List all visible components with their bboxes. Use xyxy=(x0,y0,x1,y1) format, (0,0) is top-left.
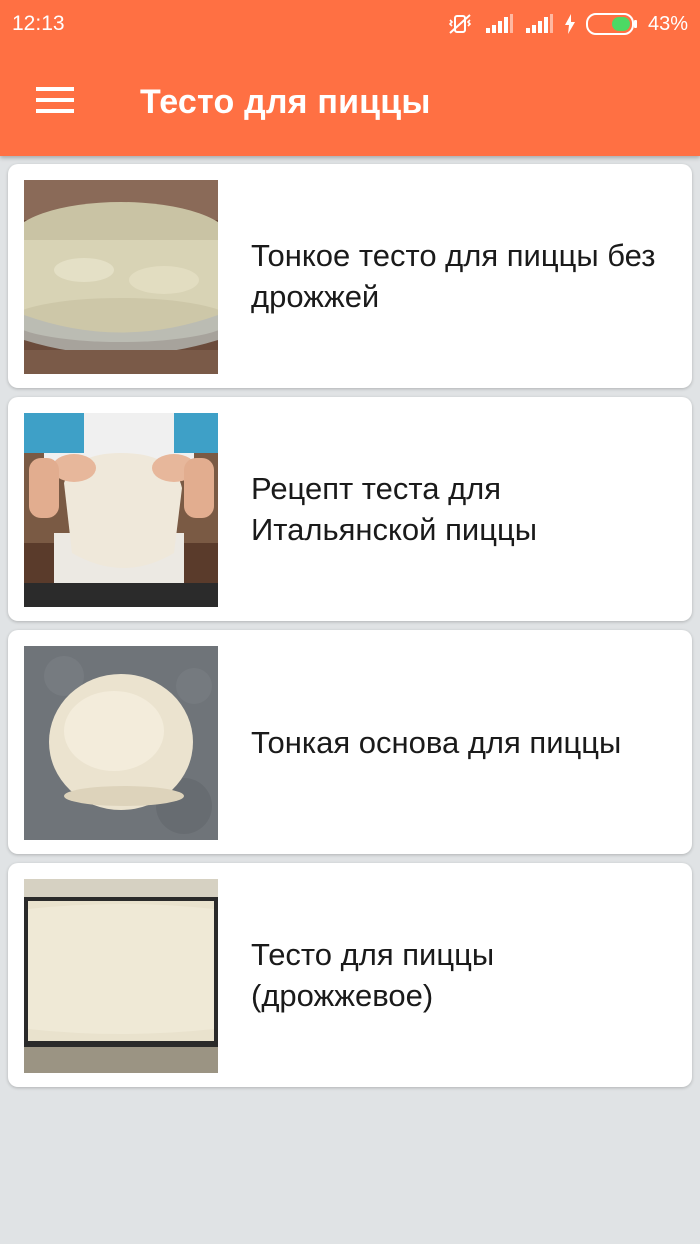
recipe-card[interactable]: Тонкое тесто для пиццы без дрожжей xyxy=(8,164,692,388)
recipe-thumbnail xyxy=(24,180,218,374)
recipe-card[interactable]: Рецепт теста для Итальянской пиццы xyxy=(8,397,692,621)
status-time: 12:13 xyxy=(12,12,65,35)
recipe-title: Тонкая основа для пиццы xyxy=(251,724,622,760)
signal-icon xyxy=(484,13,514,35)
recipe-title: Тесто для пиццы (дрожжевое) xyxy=(251,937,495,1013)
battery-percent: 43% xyxy=(647,12,688,35)
vibrate-off-icon xyxy=(446,12,474,36)
recipe-title: Тонкое тесто для пиццы без дрожжей xyxy=(251,238,656,314)
battery-icon xyxy=(585,12,638,36)
toolbar: Тесто для пиццы xyxy=(0,48,700,156)
recipe-card[interactable]: Тесто для пиццы (дрожжевое) xyxy=(8,863,692,1087)
recipe-thumbnail xyxy=(24,413,218,607)
hamburger-menu-icon xyxy=(36,86,74,119)
page-title: Тесто для пиццы xyxy=(140,82,431,121)
recipe-thumbnail xyxy=(24,646,218,840)
status-bar: 12:13 43% xyxy=(0,0,700,48)
app-bar: 12:13 43% Тесто для пиццы xyxy=(0,0,700,156)
recipe-card[interactable]: Тонкая основа для пиццы xyxy=(8,630,692,854)
signal-icon xyxy=(524,13,554,35)
recipe-thumbnail xyxy=(24,879,218,1073)
recipe-title: Рецепт теста для Итальянской пиццы xyxy=(251,471,537,547)
status-icons: 43% xyxy=(446,12,688,36)
charging-icon xyxy=(564,14,576,34)
menu-button[interactable] xyxy=(0,48,110,156)
